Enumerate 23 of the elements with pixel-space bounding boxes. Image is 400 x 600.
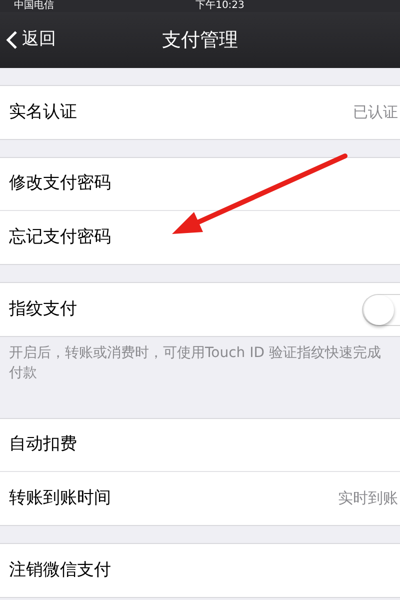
settings-row[interactable]: 注销微信支付 bbox=[0, 544, 400, 597]
carrier-name: 中国电信 bbox=[14, 0, 54, 12]
settings-row[interactable]: 实名认证 已认证 bbox=[0, 86, 400, 139]
settings-row[interactable]: 修改支付密码 bbox=[0, 158, 400, 211]
back-button[interactable]: 返回 bbox=[0, 27, 62, 53]
status-time: 下午10:23 bbox=[196, 0, 244, 12]
toggle-switch[interactable] bbox=[362, 294, 400, 326]
row-label: 实名认证 bbox=[9, 100, 77, 124]
row-label: 转账到账时间 bbox=[9, 486, 111, 510]
row-label: 忘记支付密码 bbox=[9, 226, 111, 249]
settings-row[interactable]: 自动扣费 bbox=[0, 419, 400, 472]
row-value: 已认证 bbox=[353, 102, 399, 124]
row-label: 修改支付密码 bbox=[9, 172, 111, 196]
chevron-left-icon bbox=[6, 30, 18, 50]
row-value: 实时到账 bbox=[338, 488, 399, 510]
settings-row[interactable]: 指纹支付 bbox=[0, 283, 400, 336]
section-footer-text: 开启后，转账或消费时，可使用Touch ID 验证指纹快速完成付款 bbox=[8, 344, 382, 383]
page-title: 支付管理 bbox=[162, 28, 238, 53]
settings-row[interactable]: 转账到账时间 实时到账 bbox=[0, 472, 400, 525]
row-label: 注销微信支付 bbox=[9, 558, 111, 582]
settings-row[interactable]: 忘记支付密码 bbox=[0, 211, 400, 264]
row-label: 自动扣费 bbox=[9, 433, 77, 456]
row-label: 指纹支付 bbox=[9, 298, 77, 321]
